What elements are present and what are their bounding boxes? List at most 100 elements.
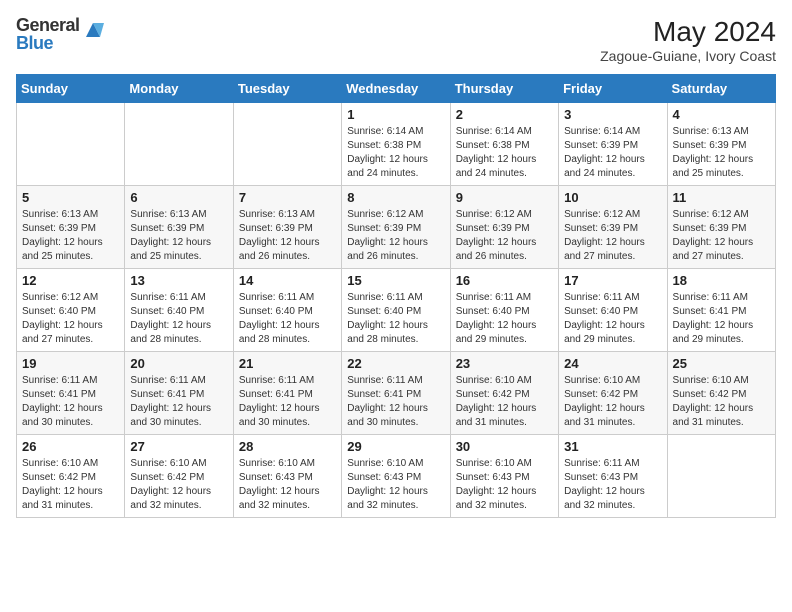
day-number: 7 <box>239 190 336 205</box>
day-info: Sunrise: 6:10 AM Sunset: 6:43 PM Dayligh… <box>456 457 553 513</box>
day-info: Sunrise: 6:10 AM Sunset: 6:42 PM Dayligh… <box>22 457 119 513</box>
day-number: 31 <box>564 439 661 454</box>
table-row: 7 Sunrise: 6:13 AM Sunset: 6:39 PM Daylig… <box>233 186 341 269</box>
day-number: 29 <box>347 439 444 454</box>
day-number: 19 <box>22 356 119 371</box>
day-info: Sunrise: 6:12 AM Sunset: 6:39 PM Dayligh… <box>456 208 553 264</box>
day-info: Sunrise: 6:12 AM Sunset: 6:40 PM Dayligh… <box>22 291 119 347</box>
day-number: 13 <box>130 273 227 288</box>
table-row: 2 Sunrise: 6:14 AM Sunset: 6:38 PM Daylig… <box>450 103 558 186</box>
table-row: 20Sunrise: 6:11 AM Sunset: 6:41 PM Dayli… <box>125 352 233 435</box>
day-number: 25 <box>673 356 770 371</box>
day-info: Sunrise: 6:13 AM Sunset: 6:39 PM Dayligh… <box>130 208 227 264</box>
calendar-week-row: 5 Sunrise: 6:13 AM Sunset: 6:39 PM Daylig… <box>17 186 776 269</box>
day-info: Sunrise: 6:12 AM Sunset: 6:39 PM Dayligh… <box>673 208 770 264</box>
col-friday: Friday <box>559 75 667 103</box>
col-wednesday: Wednesday <box>342 75 450 103</box>
logo: General Blue <box>16 16 104 52</box>
day-info: Sunrise: 6:14 AM Sunset: 6:39 PM Dayligh… <box>564 125 661 181</box>
day-number: 14 <box>239 273 336 288</box>
day-info: Sunrise: 6:11 AM Sunset: 6:40 PM Dayligh… <box>347 291 444 347</box>
day-info: Sunrise: 6:10 AM Sunset: 6:43 PM Dayligh… <box>239 457 336 513</box>
calendar-header-row: Sunday Monday Tuesday Wednesday Thursday… <box>17 75 776 103</box>
table-row: 26 Sunrise: 6:10 AM Sunset: 6:42 PM Dayli… <box>17 435 125 518</box>
table-row <box>125 103 233 186</box>
table-row: 24 Sunrise: 6:10 AM Sunset: 6:42 PM Dayli… <box>559 352 667 435</box>
logo-icon <box>82 19 104 41</box>
day-info: Sunrise: 6:11 AM Sunset: 6:40 PM Dayligh… <box>564 291 661 347</box>
day-info: Sunrise: 6:12 AM Sunset: 6:39 PM Dayligh… <box>564 208 661 264</box>
day-number: 17 <box>564 273 661 288</box>
day-number: 15 <box>347 273 444 288</box>
day-number: 18 <box>673 273 770 288</box>
day-info: Sunrise: 6:11 AM Sunset: 6:40 PM Dayligh… <box>239 291 336 347</box>
location-subtitle: Zagoue-Guiane, Ivory Coast <box>600 48 776 64</box>
day-number: 5 <box>22 190 119 205</box>
day-info: Sunrise: 6:11 AM Sunset: 6:41 PM Dayligh… <box>347 374 444 430</box>
day-number: 8 <box>347 190 444 205</box>
day-info: Sunrise: 6:11 AM Sunset: 6:41 PM Dayligh… <box>22 374 119 430</box>
day-number: 1 <box>347 107 444 122</box>
table-row: 21 Sunrise: 6:11 AM Sunset: 6:41 PM Dayli… <box>233 352 341 435</box>
day-number: 10 <box>564 190 661 205</box>
table-row: 10 Sunrise: 6:12 AM Sunset: 6:39 PM Dayli… <box>559 186 667 269</box>
logo-general: General <box>16 16 80 34</box>
table-row: 8 Sunrise: 6:12 AM Sunset: 6:39 PM Daylig… <box>342 186 450 269</box>
day-info: Sunrise: 6:10 AM Sunset: 6:42 PM Dayligh… <box>673 374 770 430</box>
day-number: 9 <box>456 190 553 205</box>
day-number: 24 <box>564 356 661 371</box>
day-info: Sunrise: 6:14 AM Sunset: 6:38 PM Dayligh… <box>347 125 444 181</box>
table-row: 14 Sunrise: 6:11 AM Sunset: 6:40 PM Dayli… <box>233 269 341 352</box>
day-number: 21 <box>239 356 336 371</box>
calendar-week-row: 12Sunrise: 6:12 AM Sunset: 6:40 PM Dayli… <box>17 269 776 352</box>
col-saturday: Saturday <box>667 75 775 103</box>
day-number: 22 <box>347 356 444 371</box>
table-row: 4Sunrise: 6:13 AM Sunset: 6:39 PM Daylig… <box>667 103 775 186</box>
page-header: General Blue May 2024 Zagoue-Guiane, Ivo… <box>16 16 776 64</box>
table-row: 19 Sunrise: 6:11 AM Sunset: 6:41 PM Dayli… <box>17 352 125 435</box>
day-info: Sunrise: 6:12 AM Sunset: 6:39 PM Dayligh… <box>347 208 444 264</box>
day-info: Sunrise: 6:10 AM Sunset: 6:42 PM Dayligh… <box>564 374 661 430</box>
table-row <box>667 435 775 518</box>
table-row: 12Sunrise: 6:12 AM Sunset: 6:40 PM Dayli… <box>17 269 125 352</box>
day-number: 20 <box>130 356 227 371</box>
table-row: 23 Sunrise: 6:10 AM Sunset: 6:42 PM Dayli… <box>450 352 558 435</box>
table-row: 17 Sunrise: 6:11 AM Sunset: 6:40 PM Dayli… <box>559 269 667 352</box>
table-row: 27Sunrise: 6:10 AM Sunset: 6:42 PM Dayli… <box>125 435 233 518</box>
day-number: 3 <box>564 107 661 122</box>
day-info: Sunrise: 6:10 AM Sunset: 6:42 PM Dayligh… <box>456 374 553 430</box>
calendar-week-row: 19 Sunrise: 6:11 AM Sunset: 6:41 PM Dayli… <box>17 352 776 435</box>
day-number: 30 <box>456 439 553 454</box>
month-year-title: May 2024 <box>600 16 776 48</box>
day-number: 6 <box>130 190 227 205</box>
table-row: 28Sunrise: 6:10 AM Sunset: 6:43 PM Dayli… <box>233 435 341 518</box>
day-info: Sunrise: 6:11 AM Sunset: 6:40 PM Dayligh… <box>456 291 553 347</box>
table-row: 16 Sunrise: 6:11 AM Sunset: 6:40 PM Dayli… <box>450 269 558 352</box>
day-number: 11 <box>673 190 770 205</box>
calendar-week-row: 1 Sunrise: 6:14 AM Sunset: 6:38 PM Daylig… <box>17 103 776 186</box>
table-row: 18Sunrise: 6:11 AM Sunset: 6:41 PM Dayli… <box>667 269 775 352</box>
logo-blue: Blue <box>16 34 80 52</box>
table-row: 1 Sunrise: 6:14 AM Sunset: 6:38 PM Daylig… <box>342 103 450 186</box>
day-number: 23 <box>456 356 553 371</box>
day-number: 26 <box>22 439 119 454</box>
day-info: Sunrise: 6:13 AM Sunset: 6:39 PM Dayligh… <box>22 208 119 264</box>
col-tuesday: Tuesday <box>233 75 341 103</box>
day-number: 16 <box>456 273 553 288</box>
day-info: Sunrise: 6:11 AM Sunset: 6:41 PM Dayligh… <box>239 374 336 430</box>
table-row: 22 Sunrise: 6:11 AM Sunset: 6:41 PM Dayli… <box>342 352 450 435</box>
day-info: Sunrise: 6:10 AM Sunset: 6:42 PM Dayligh… <box>130 457 227 513</box>
day-info: Sunrise: 6:10 AM Sunset: 6:43 PM Dayligh… <box>347 457 444 513</box>
calendar-week-row: 26 Sunrise: 6:10 AM Sunset: 6:42 PM Dayli… <box>17 435 776 518</box>
table-row: 6 Sunrise: 6:13 AM Sunset: 6:39 PM Daylig… <box>125 186 233 269</box>
day-info: Sunrise: 6:14 AM Sunset: 6:38 PM Dayligh… <box>456 125 553 181</box>
day-number: 4 <box>673 107 770 122</box>
table-row: 29 Sunrise: 6:10 AM Sunset: 6:43 PM Dayli… <box>342 435 450 518</box>
table-row <box>233 103 341 186</box>
table-row: 30 Sunrise: 6:10 AM Sunset: 6:43 PM Dayli… <box>450 435 558 518</box>
table-row: 3 Sunrise: 6:14 AM Sunset: 6:39 PM Daylig… <box>559 103 667 186</box>
day-info: Sunrise: 6:13 AM Sunset: 6:39 PM Dayligh… <box>239 208 336 264</box>
table-row: 31Sunrise: 6:11 AM Sunset: 6:43 PM Dayli… <box>559 435 667 518</box>
table-row: 13Sunrise: 6:11 AM Sunset: 6:40 PM Dayli… <box>125 269 233 352</box>
day-number: 2 <box>456 107 553 122</box>
